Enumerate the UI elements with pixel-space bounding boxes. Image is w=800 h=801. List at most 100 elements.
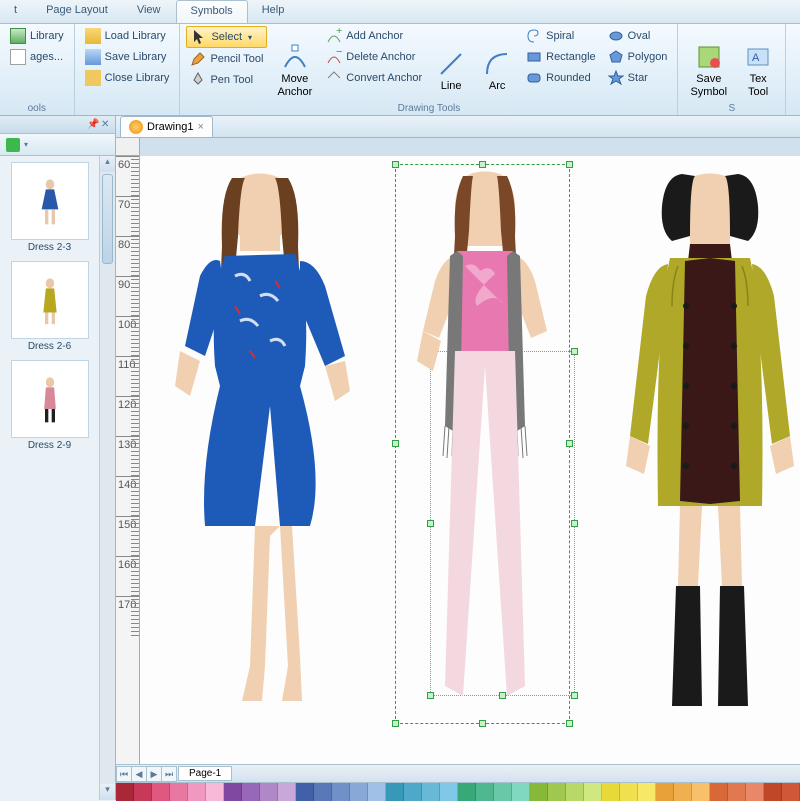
- pencil-tool-button[interactable]: Pencil Tool: [186, 49, 267, 69]
- rectangle-button[interactable]: Rectangle: [522, 47, 600, 67]
- scroll-down-icon[interactable]: ▾: [100, 784, 115, 800]
- color-swatch[interactable]: [224, 783, 242, 801]
- color-swatch[interactable]: [260, 783, 278, 801]
- color-swatch[interactable]: [620, 783, 638, 801]
- color-swatch[interactable]: [764, 783, 782, 801]
- close-library-button[interactable]: Close Library: [81, 68, 174, 88]
- color-swatch[interactable]: [602, 783, 620, 801]
- convert-anchor-button[interactable]: Convert Anchor: [322, 68, 426, 88]
- library-scrollbar[interactable]: ▴ ▾: [99, 156, 115, 800]
- color-swatch[interactable]: [440, 783, 458, 801]
- page-tab[interactable]: Page-1: [178, 766, 232, 781]
- move-anchor-button[interactable]: Move Anchor: [271, 26, 318, 115]
- delete-anchor-button[interactable]: −Delete Anchor: [322, 47, 426, 67]
- page-prev-button[interactable]: ◀: [131, 766, 147, 782]
- library-item-label: Dress 2-6: [28, 341, 71, 352]
- color-swatch[interactable]: [188, 783, 206, 801]
- drawing-canvas[interactable]: [140, 156, 800, 764]
- color-swatch[interactable]: [368, 783, 386, 801]
- load-library-button[interactable]: Load Library: [81, 26, 174, 46]
- color-swatch[interactable]: [170, 783, 188, 801]
- color-swatch[interactable]: [386, 783, 404, 801]
- spiral-icon: [526, 28, 542, 44]
- tab-help[interactable]: Help: [248, 0, 300, 23]
- text-tool-button[interactable]: A Tex Tool: [737, 26, 779, 115]
- color-swatch[interactable]: [566, 783, 584, 801]
- pages-button[interactable]: ages...: [6, 47, 68, 67]
- star-button[interactable]: Star: [604, 68, 672, 88]
- color-swatch[interactable]: [638, 783, 656, 801]
- polygon-button[interactable]: Polygon: [604, 47, 672, 67]
- library-item[interactable]: Dress 2-9: [9, 360, 91, 451]
- library-item[interactable]: Dress 2-6: [9, 261, 91, 352]
- color-swatch[interactable]: [458, 783, 476, 801]
- library-item[interactable]: Dress 2-3: [9, 162, 91, 253]
- page-first-button[interactable]: ⏮: [116, 766, 132, 782]
- figure-pink-outfit[interactable]: [395, 166, 575, 721]
- page-last-button[interactable]: ⏭: [161, 766, 177, 782]
- select-button[interactable]: Select▾: [186, 26, 267, 48]
- add-anchor-button[interactable]: +Add Anchor: [322, 26, 426, 46]
- spiral-button[interactable]: Spiral: [522, 26, 600, 46]
- color-swatch[interactable]: [404, 783, 422, 801]
- close-panel-icon[interactable]: ✕: [101, 120, 111, 130]
- color-swatch[interactable]: [674, 783, 692, 801]
- arc-button[interactable]: Arc: [476, 26, 518, 115]
- figure-olive-coat[interactable]: [610, 166, 800, 721]
- scroll-thumb[interactable]: [102, 174, 113, 264]
- tab-page-layout[interactable]: Page Layout: [32, 0, 123, 23]
- pen-icon: [190, 72, 206, 88]
- library-button[interactable]: Library: [6, 26, 68, 46]
- color-swatch[interactable]: [332, 783, 350, 801]
- color-swatch[interactable]: [242, 783, 260, 801]
- color-swatch[interactable]: [530, 783, 548, 801]
- line-button[interactable]: Line: [430, 26, 472, 115]
- color-swatch[interactable]: [656, 783, 674, 801]
- color-swatch[interactable]: [116, 783, 134, 801]
- arc-icon: [483, 50, 511, 78]
- close-tab-icon[interactable]: ×: [197, 121, 203, 133]
- ruler-vertical[interactable]: 60708090100110120130140150160170: [116, 156, 140, 764]
- document-tab[interactable]: Drawing1 ×: [120, 116, 213, 137]
- color-swatch[interactable]: [494, 783, 512, 801]
- color-swatch[interactable]: [710, 783, 728, 801]
- move-anchor-icon: [281, 43, 309, 71]
- color-swatch[interactable]: [278, 783, 296, 801]
- oval-button[interactable]: Oval: [604, 26, 672, 46]
- color-swatch[interactable]: [206, 783, 224, 801]
- save-library-button[interactable]: Save Library: [81, 47, 174, 67]
- color-swatch[interactable]: [152, 783, 170, 801]
- library-category-icon[interactable]: [6, 138, 20, 152]
- rounded-button[interactable]: Rounded: [522, 68, 600, 88]
- tab-symbols[interactable]: Symbols: [176, 0, 248, 23]
- scroll-up-icon[interactable]: ▴: [100, 156, 115, 172]
- dropdown-icon[interactable]: ▾: [24, 140, 28, 149]
- color-swatch[interactable]: [782, 783, 800, 801]
- color-swatch[interactable]: [350, 783, 368, 801]
- group-label-tools: ools: [0, 103, 74, 114]
- add-anchor-icon: +: [326, 28, 342, 44]
- figure-blue-dress[interactable]: [150, 166, 370, 706]
- pen-tool-button[interactable]: Pen Tool: [186, 70, 267, 90]
- color-swatch[interactable]: [548, 783, 566, 801]
- color-swatch[interactable]: [314, 783, 332, 801]
- color-swatch[interactable]: [134, 783, 152, 801]
- convert-anchor-icon: [326, 70, 342, 86]
- color-swatch[interactable]: [476, 783, 494, 801]
- color-swatch[interactable]: [728, 783, 746, 801]
- color-swatch[interactable]: [296, 783, 314, 801]
- tab-view[interactable]: View: [123, 0, 176, 23]
- pin-icon[interactable]: 📌: [87, 120, 97, 130]
- workspace: 📌 ✕ ▾ Dress 2-3 Dress 2-6 Dress 2-9: [0, 116, 800, 800]
- page-nav: ⏮ ◀ ▶ ⏭: [116, 766, 176, 782]
- tab-t[interactable]: t: [0, 0, 32, 23]
- color-swatch[interactable]: [512, 783, 530, 801]
- save-symbol-button[interactable]: Save Symbol: [684, 26, 733, 115]
- color-swatch[interactable]: [746, 783, 764, 801]
- rounded-icon: [526, 70, 542, 86]
- color-swatch[interactable]: [584, 783, 602, 801]
- panel-toolbar: ▾: [0, 134, 115, 156]
- color-swatch[interactable]: [692, 783, 710, 801]
- color-swatch[interactable]: [422, 783, 440, 801]
- page-next-button[interactable]: ▶: [146, 766, 162, 782]
